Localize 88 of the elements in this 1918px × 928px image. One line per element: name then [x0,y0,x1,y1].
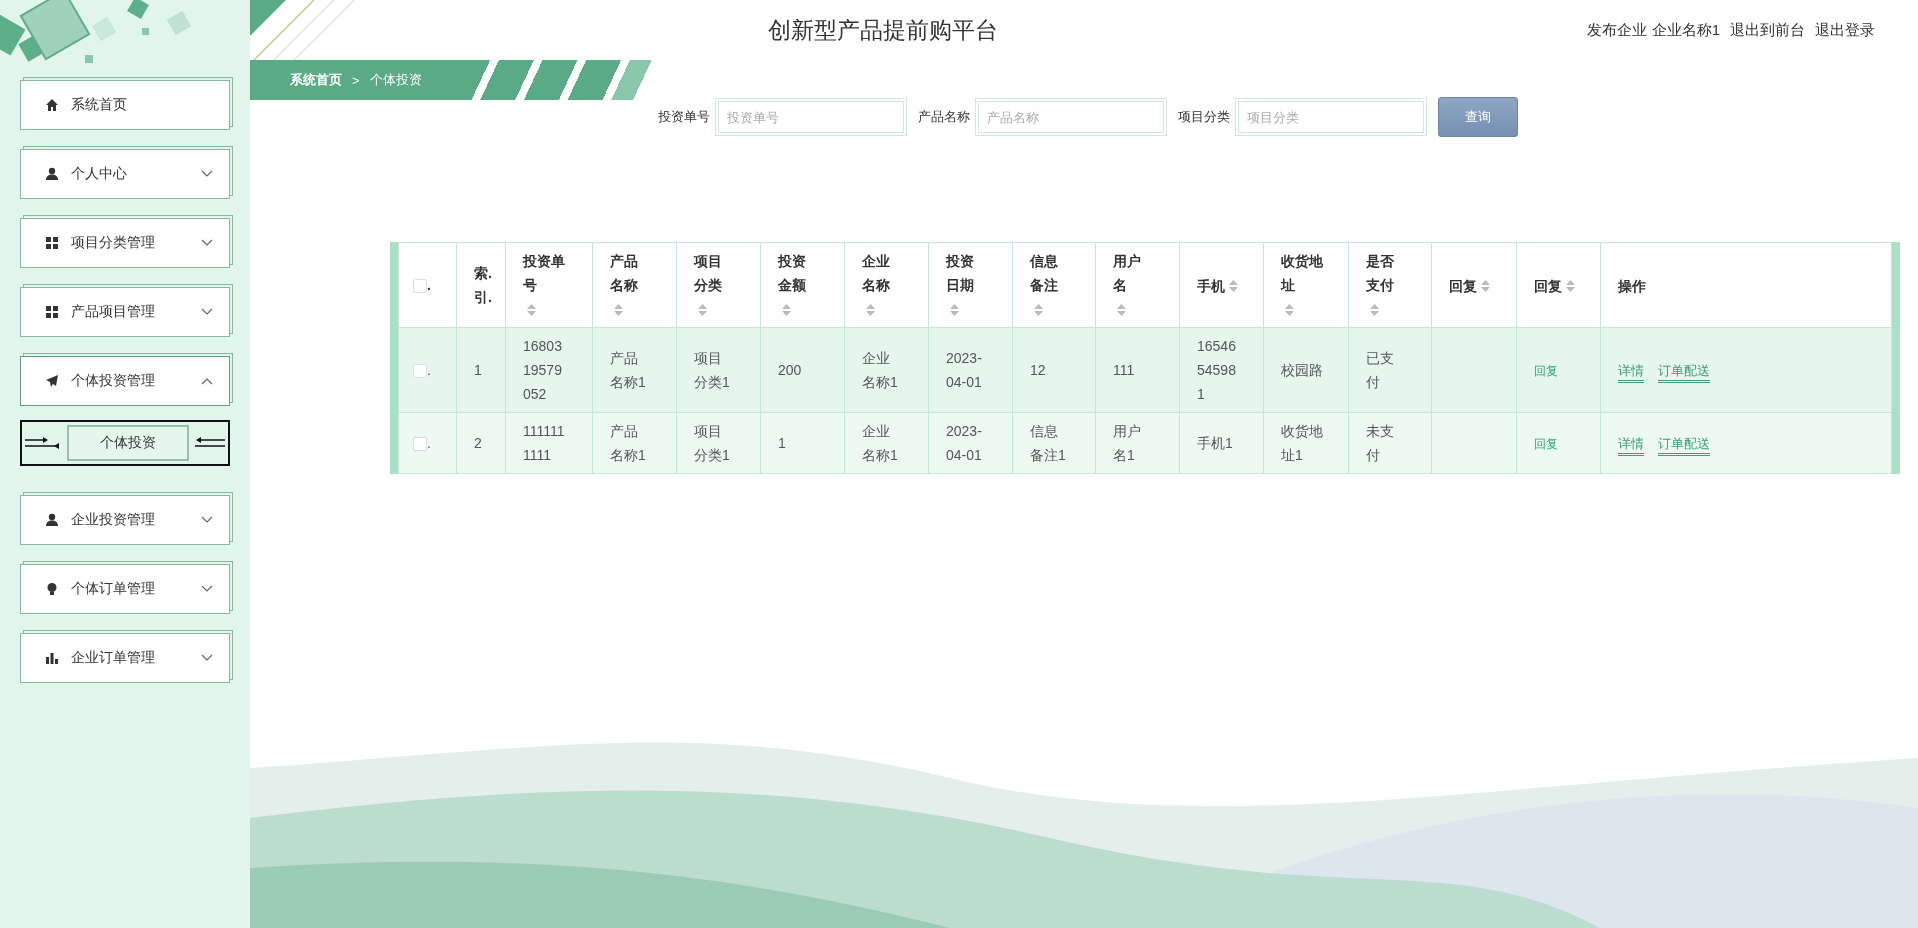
sort-icon[interactable] [698,304,707,317]
header-link[interactable]: 退出到前台 [1730,20,1805,40]
sort-icon[interactable] [1566,279,1575,292]
table-cell: 1 [474,362,482,378]
column-header: 回复 [1449,276,1477,296]
sort-icon[interactable] [1285,304,1294,317]
table-cell: 已支付 [1366,350,1394,390]
page-title: 创新型产品提前购平台 [768,15,998,45]
column-header: 回复 [1534,276,1562,296]
column-header: 用户名 [1113,252,1142,295]
column-header: 投资日期 [946,252,975,295]
grid-icon [45,236,59,250]
table-cell: 1 [778,435,786,451]
table-cell: 2 [474,435,482,451]
sidebar-item[interactable]: 企业投资管理 [20,495,230,545]
table-cell: 12 [1030,362,1046,378]
table-cell: 校园路 [1281,362,1323,378]
table-cell: 16546545981 [1197,338,1236,402]
search-field[interactable]: 项目分类 [1235,98,1427,136]
table-cell: 1680319579052 [523,338,562,402]
sort-icon[interactable] [866,304,875,317]
table-cell: 1111111111 [523,423,565,463]
column-header: 项目分类 [694,252,723,295]
arrows-icon [25,437,61,449]
sidebar-item[interactable]: 系统首页 [20,80,230,130]
sidebar-item[interactable]: 个体订单管理 [20,564,230,614]
column-header: 索.引. [474,264,492,307]
column-header: 手机 [1197,276,1225,296]
table-cell: 产品名称1 [610,350,646,390]
checkbox[interactable] [413,364,427,379]
table-cell: 企业名称1 [862,350,898,390]
search-field[interactable]: 投资单号 [715,98,907,136]
home-icon [45,98,59,112]
column-header: 投资单号 [523,252,566,295]
sort-icon[interactable] [527,304,536,317]
table-cell: 手机1 [1197,435,1233,451]
table-cell: 2023-04-01 [946,423,982,463]
sort-icon[interactable] [614,304,623,317]
column-header: 操作 [1618,276,1646,296]
person-icon [45,167,59,181]
sort-icon[interactable] [1117,304,1126,317]
sidebar-item[interactable]: 项目分类管理 [20,218,230,268]
column-header: 企业名称 [862,252,891,295]
breadcrumb-separator: > [352,72,360,88]
table-cell: 收货地址1 [1281,423,1323,463]
bar-chart-icon [45,651,59,665]
column-header: 投资金额 [778,252,807,295]
sort-icon[interactable] [950,304,959,317]
table-cell: 信息备注1 [1030,423,1066,463]
table-cell: 2023-04-01 [946,350,982,390]
arrows-icon [195,437,225,449]
checkbox-label: . [427,435,431,451]
column-header: 收货地址 [1281,252,1324,295]
user-name: 发布企业 企业名称1 [1587,20,1720,40]
table-cell: 未支付 [1366,423,1394,463]
checkbox-label: . [427,277,431,293]
bulb-icon [45,582,59,596]
column-header: 是否支付 [1366,252,1395,295]
field-label: 产品名称 [918,108,970,126]
table-cell: 企业名称1 [862,423,898,463]
submenu-item[interactable]: 个体投资 [67,425,189,461]
table-cell: 111 [1113,362,1135,378]
checkbox-label: . [427,362,431,378]
table-cell: 200 [778,362,802,378]
column-header: 产品名称 [610,252,639,295]
checkbox[interactable] [413,437,427,452]
table-cell: 产品名称1 [610,423,646,463]
person-icon [45,513,59,527]
table-cell: 用户名1 [1113,423,1141,463]
sort-icon[interactable] [1481,279,1490,292]
sort-icon[interactable] [1370,304,1379,317]
sidebar-item[interactable]: 企业订单管理 [20,633,230,683]
sidebar-item[interactable]: 产品项目管理 [20,287,230,337]
field-label: 项目分类 [1178,108,1230,126]
checkbox[interactable] [413,279,427,294]
table-cell: 项目分类1 [694,350,730,390]
column-header: 信息备注 [1030,252,1059,295]
paper-plane-icon [45,374,59,388]
sort-icon[interactable] [782,304,791,317]
table-cell: 项目分类1 [694,423,730,463]
sort-icon[interactable] [1229,279,1238,292]
field-label: 投资单号 [658,108,710,126]
sidebar-item[interactable]: 个人中心 [20,149,230,199]
breadcrumb-current: 个体投资 [369,71,422,89]
sort-icon[interactable] [1034,304,1043,317]
header-link[interactable]: 退出登录 [1815,20,1875,40]
grid-icon [45,305,59,319]
search-field[interactable]: 产品名称 [975,98,1167,136]
